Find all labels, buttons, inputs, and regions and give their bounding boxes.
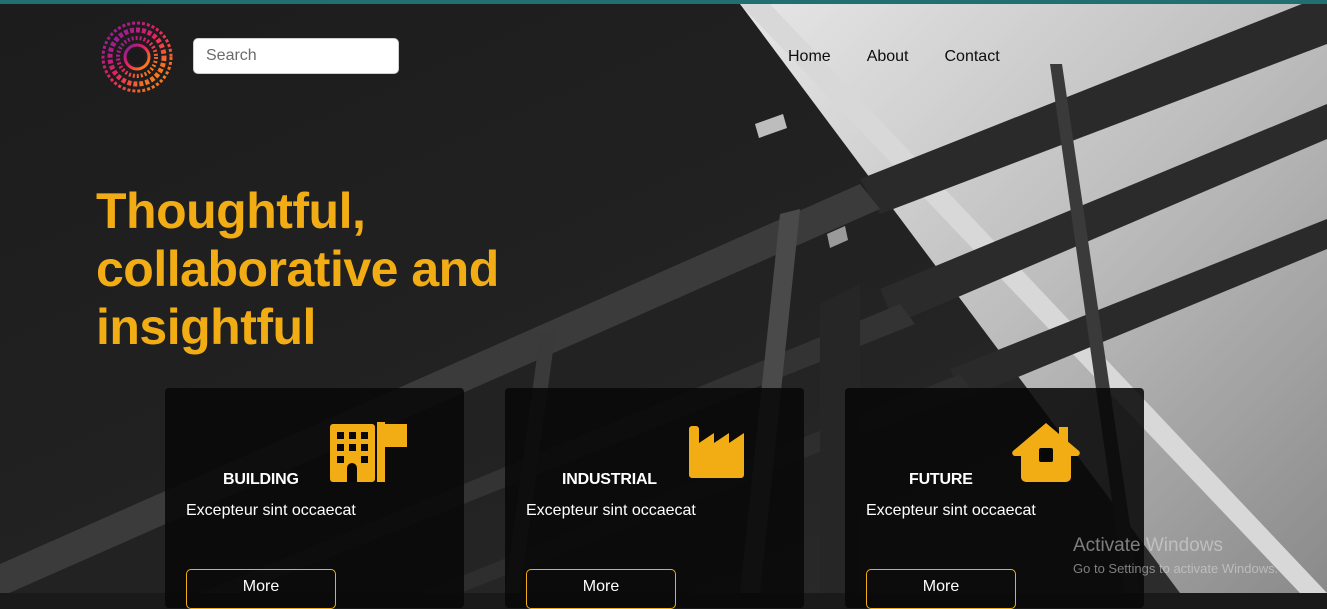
watermark-title: Activate Windows	[1073, 535, 1223, 556]
main-nav: Home About Contact	[788, 47, 1000, 67]
card-title: FUTURE	[909, 471, 973, 488]
activate-windows-watermark: Activate Windows Go to Settings to activ…	[1073, 535, 1278, 576]
card-description: Excepteur sint occaecat	[866, 502, 1036, 519]
logo-mandala-icon[interactable]	[101, 21, 173, 93]
nav-about-link[interactable]: About	[867, 47, 909, 67]
nav-contact-link[interactable]: Contact	[945, 47, 1000, 67]
more-button[interactable]: More	[866, 569, 1016, 609]
search-input[interactable]	[193, 38, 399, 74]
more-button[interactable]: More	[186, 569, 336, 609]
card-title: INDUSTRIAL	[562, 471, 657, 488]
home-icon	[1012, 423, 1080, 482]
nav-home-link[interactable]: Home	[788, 47, 831, 67]
more-button[interactable]: More	[526, 569, 676, 609]
card-industrial: INDUSTRIAL Excepteur sint occaecat More	[505, 388, 804, 609]
hero-headline-line: Thoughtful,	[96, 183, 366, 239]
factory-icon	[689, 426, 744, 478]
building-icon	[330, 422, 407, 482]
card-description: Excepteur sint occaecat	[186, 502, 356, 519]
hero-headline: Thoughtful, collaborative and insightful	[96, 182, 556, 356]
watermark-subtitle: Go to Settings to activate Windows.	[1073, 561, 1279, 576]
card-building: BUILDING Excepteur sint occaecat More	[165, 388, 464, 609]
hero-headline-line: collaborative and	[96, 241, 499, 297]
card-title: BUILDING	[223, 471, 299, 488]
hero-headline-line: insightful	[96, 299, 316, 355]
card-description: Excepteur sint occaecat	[526, 502, 696, 519]
